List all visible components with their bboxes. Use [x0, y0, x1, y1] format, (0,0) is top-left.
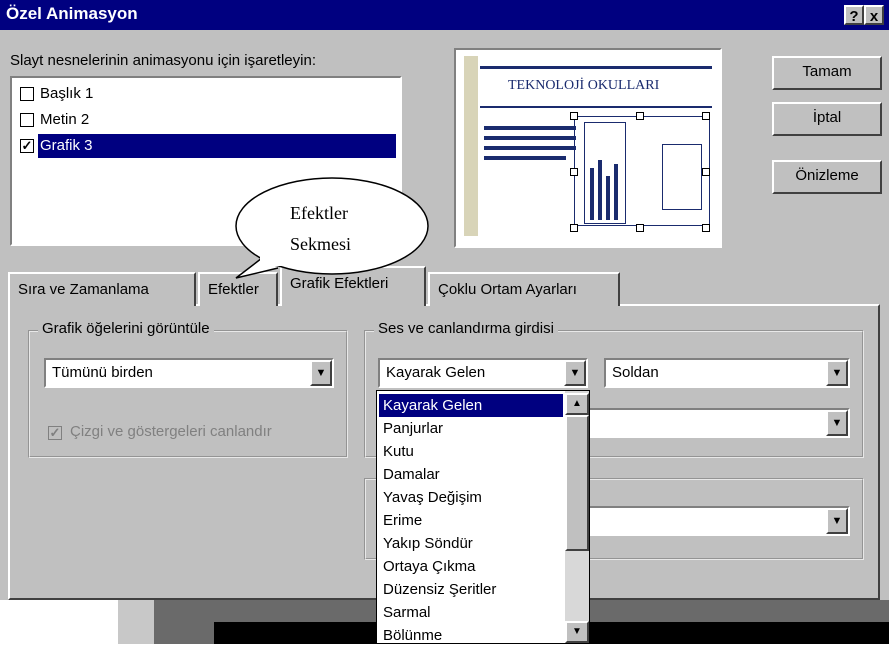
help-button[interactable]: ? [844, 5, 864, 25]
chart-elements-combo[interactable]: Tümünü birden ▼ [44, 358, 334, 388]
list-item-metin[interactable]: Metin 2 [18, 108, 398, 132]
ok-button[interactable]: Tamam [772, 56, 882, 90]
effect-dropdown-list: Kayarak Gelen Panjurlar Kutu Damalar Yav… [376, 390, 590, 644]
checkbox[interactable] [20, 87, 34, 101]
dropdown-scrollbar[interactable]: ▲ ▼ [565, 391, 589, 643]
chart-elements-label: Grafik öğelerini görüntüle [38, 320, 214, 337]
cancel-button[interactable]: İptal [772, 102, 882, 136]
window-title: Özel Animasyon [6, 4, 138, 23]
list-item-label: Başlık 1 [40, 85, 94, 102]
effect-entry-label: Ses ve canlandırma girdisi [374, 320, 558, 337]
scroll-up-icon[interactable]: ▲ [565, 393, 589, 415]
dropdown-item[interactable]: Düzensiz Şeritler [383, 578, 496, 601]
animate-grid-checkbox[interactable]: ✓ [48, 426, 62, 440]
dropdown-item[interactable]: Kutu [383, 440, 414, 463]
chevron-down-icon[interactable]: ▼ [826, 508, 848, 534]
preview-button[interactable]: Önizleme [772, 160, 882, 194]
checkbox[interactable] [20, 113, 34, 127]
combo-value: Kayarak Gelen [386, 364, 486, 381]
list-item-grafik[interactable]: ✓ Grafik 3 [18, 134, 398, 158]
callout-bubble [235, 177, 429, 279]
slide-preview: TEKNOLOJİ OKULLARI [454, 48, 722, 248]
chevron-down-icon[interactable]: ▼ [310, 360, 332, 386]
effect-combo[interactable]: Kayarak Gelen ▼ [378, 358, 588, 388]
dropdown-item[interactable]: Panjurlar [383, 417, 443, 440]
checkbox-checked[interactable]: ✓ [20, 139, 34, 153]
dropdown-item[interactable]: Erime [383, 509, 422, 532]
combo-value: Tümünü birden [52, 364, 153, 381]
combo-value: Soldan [612, 364, 659, 381]
dropdown-item[interactable]: Damalar [383, 463, 440, 486]
objects-label: Slayt nesnelerinin animasyonu için işare… [10, 52, 316, 69]
callout-line-1: Efektler [290, 203, 348, 223]
chevron-down-icon[interactable]: ▼ [564, 360, 586, 386]
dropdown-item[interactable]: Kayarak Gelen [383, 394, 482, 417]
list-item-baslik[interactable]: Başlık 1 [18, 82, 398, 106]
dropdown-item[interactable]: Yavaş Değişim [383, 486, 482, 509]
list-item-label: Metin 2 [40, 111, 90, 128]
dropdown-item[interactable]: Yakıp Söndür [383, 532, 473, 555]
tab-order-timing[interactable]: Sıra ve Zamanlama [8, 272, 196, 306]
dropdown-item[interactable]: Sarmal [383, 601, 431, 624]
callout-line-2: Sekmesi [290, 234, 351, 254]
preview-title: TEKNOLOJİ OKULLARI [508, 78, 660, 93]
direction-combo[interactable]: Soldan ▼ [604, 358, 850, 388]
scroll-thumb[interactable] [565, 415, 589, 551]
scroll-down-icon[interactable]: ▼ [565, 621, 589, 643]
dropdown-item[interactable]: Ortaya Çıkma [383, 555, 476, 578]
chevron-down-icon[interactable]: ▼ [826, 360, 848, 386]
close-button[interactable]: x [864, 5, 884, 25]
list-item-label: Grafik 3 [38, 134, 396, 158]
tab-multimedia[interactable]: Çoklu Ortam Ayarları [428, 272, 620, 306]
animate-grid-label: Çizgi ve göstergeleri canlandır [70, 423, 272, 440]
chevron-down-icon[interactable]: ▼ [826, 410, 848, 436]
